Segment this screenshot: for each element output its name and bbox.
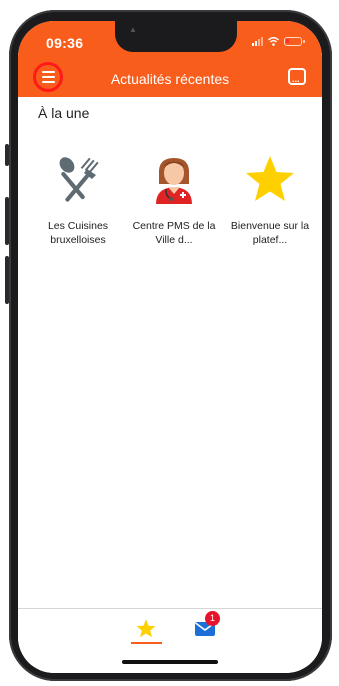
section-title: À la une <box>38 105 90 121</box>
page-title: Actualités récentes <box>110 71 230 87</box>
tile-label: Centre PMS de la Ville d... <box>132 220 216 246</box>
tile-centre-pms[interactable]: Centre PMS de la Ville d... <box>126 151 222 247</box>
featured-grid: Les Cuisines bruxelloises Centre PMS de … <box>30 151 318 247</box>
wifi-icon <box>268 37 279 46</box>
tile-label: Bienvenue sur la platef... <box>230 220 310 246</box>
tile-label: Les Cuisines bruxelloises <box>47 220 109 246</box>
fork-spoon-icon <box>50 151 106 207</box>
star-icon <box>242 151 298 207</box>
star-icon <box>136 619 156 638</box>
volume-up-button <box>5 197 9 245</box>
messages-badge: 1 <box>205 611 220 626</box>
signal-icon <box>252 37 263 46</box>
volume-down-button <box>5 256 9 304</box>
active-tab-indicator <box>131 642 162 644</box>
nurse-avatar-icon <box>146 151 202 207</box>
tile-bienvenue[interactable]: Bienvenue sur la platef... <box>222 151 318 247</box>
chat-bubble-icon[interactable] <box>288 68 306 85</box>
status-icons <box>252 37 305 46</box>
tab-favorites[interactable] <box>130 619 162 643</box>
status-time: 09:36 <box>46 35 84 51</box>
home-indicator[interactable] <box>122 660 218 664</box>
app-header: 09:36 ▲ Actualités récentes <box>18 21 322 97</box>
app-screen: 09:36 ▲ Actualités récentes À la une <box>18 21 322 673</box>
camera-notch: ▲ <box>115 21 237 52</box>
mute-switch <box>5 144 9 166</box>
bottom-tab-bar: 1 <box>18 608 322 673</box>
tile-cuisines[interactable]: Les Cuisines bruxelloises <box>30 151 126 247</box>
battery-icon <box>284 37 305 46</box>
